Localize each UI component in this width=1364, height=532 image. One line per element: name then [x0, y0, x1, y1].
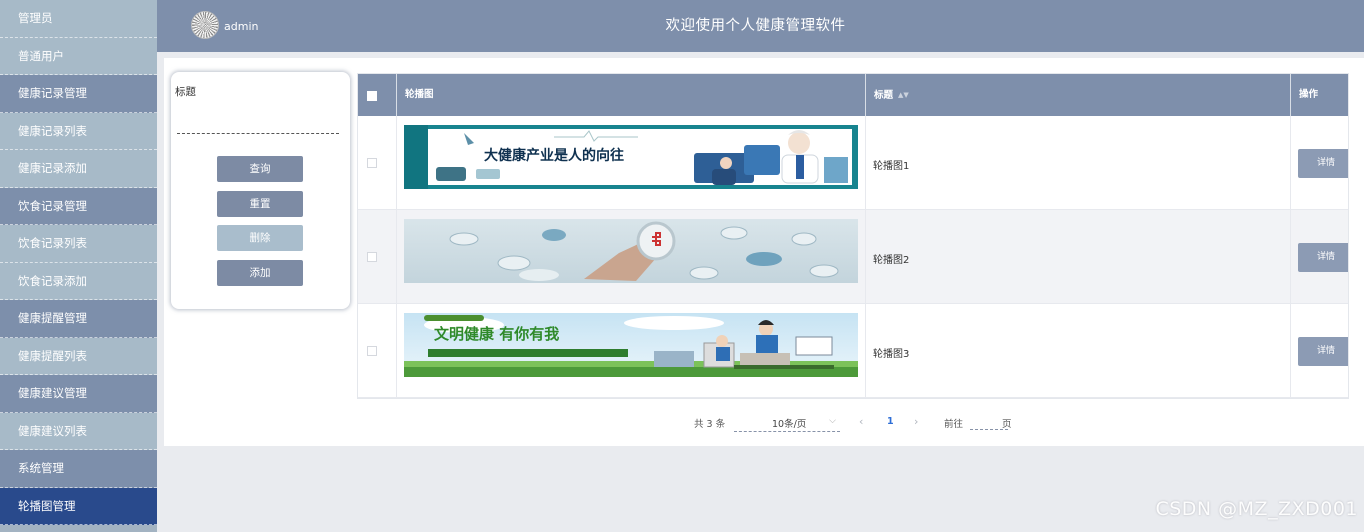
page-size-select[interactable]: 10条/页 ⌵ — [734, 412, 840, 432]
delete-button[interactable]: 删除 — [217, 225, 303, 251]
title-field-label: 标题 — [175, 86, 196, 98]
row-image-cell: 大健康产业是人的向往 — [397, 116, 866, 210]
row-checkbox[interactable] — [367, 346, 377, 356]
banner-table: 轮播图 标题 ▲▼ 操作 大健康产业是人的向往 轮播图1 详情 轮播图2 详情 … — [357, 73, 1349, 399]
row-title-cell: 轮播图2 — [866, 210, 1291, 304]
row-checkbox[interactable] — [367, 158, 377, 168]
row-checkbox[interactable] — [367, 252, 377, 262]
sidebar-item[interactable]: 系统管理 — [0, 450, 157, 488]
banner-image — [404, 219, 858, 283]
sidebar-item[interactable]: 健康记录列表 — [0, 112, 157, 150]
row-select-cell — [358, 304, 397, 398]
sidebar-item[interactable]: 健康建议管理 — [0, 375, 157, 413]
main-content: 标题 查询 重置 删除 添加 轮播图 标题 ▲▼ 操作 大健康产业是人的向往 轮… — [164, 58, 1364, 446]
row-title-text: 轮播图3 — [873, 349, 910, 360]
row-title-text: 轮播图2 — [873, 255, 910, 266]
query-button[interactable]: 查询 — [217, 156, 303, 182]
table-row: 大健康产业是人的向往 轮播图1 详情 — [358, 116, 1348, 210]
table-row: 文明健康 有你有我 轮播图3 详情 — [358, 304, 1348, 398]
column-title-label: 标题 — [874, 90, 894, 101]
row-action-cell: 详情 — [1291, 304, 1348, 398]
detail-button[interactable]: 详情 — [1298, 149, 1348, 178]
add-button[interactable]: 添加 — [217, 260, 303, 286]
row-title-cell: 轮播图3 — [866, 304, 1291, 398]
goto-label: 前往 — [944, 419, 964, 430]
sidebar-item[interactable]: 普通用户 — [0, 37, 157, 75]
sidebar-item[interactable]: 健康提醒管理 — [0, 300, 157, 338]
header-select-cell — [358, 74, 397, 116]
sidebar: 管理员 普通用户 健康记录管理 健康记录列表 健康记录添加 饮食记录管理 饮食记录列表 饮食记… — [0, 0, 157, 532]
sidebar-item[interactable]: 健康建议列表 — [0, 412, 157, 450]
row-image-cell: 文明健康 有你有我 — [397, 304, 866, 398]
row-select-cell — [358, 116, 397, 210]
chevron-right-icon[interactable]: › — [914, 415, 918, 428]
page-number-current[interactable]: 1 — [887, 416, 894, 427]
banner-text: 文明健康 有你有我 — [434, 325, 559, 343]
sidebar-item[interactable]: 轮播图管理 — [0, 487, 157, 525]
sidebar-item[interactable]: 健康提醒列表 — [0, 337, 157, 375]
page-unit-label: 页 — [1002, 419, 1012, 430]
sidebar-item[interactable]: 健康记录管理 — [0, 75, 157, 113]
pagination: 共 3 条 10条/页 ⌵ ‹ 1 › 前往 页 — [164, 410, 1364, 434]
row-select-cell — [358, 210, 397, 304]
row-title-text: 轮播图1 — [873, 161, 910, 172]
select-all-checkbox[interactable] — [367, 91, 377, 101]
title-search-input[interactable] — [177, 116, 339, 134]
page-size-value: 10条/页 — [772, 419, 807, 430]
table-header: 轮播图 标题 ▲▼ 操作 — [358, 74, 1348, 116]
column-title[interactable]: 标题 ▲▼ — [866, 74, 1291, 116]
sidebar-item[interactable]: 管理员 — [0, 0, 157, 38]
reset-button[interactable]: 重置 — [217, 191, 303, 217]
sort-icon[interactable]: ▲▼ — [898, 74, 909, 116]
sidebar-item[interactable]: 饮食记录添加 — [0, 262, 157, 300]
detail-button[interactable]: 详情 — [1298, 337, 1348, 366]
column-action: 操作 — [1299, 89, 1319, 100]
search-panel: 标题 查询 重置 删除 添加 — [171, 72, 350, 309]
banner-text: 大健康产业是人的向往 — [484, 147, 624, 164]
row-image-cell — [397, 210, 866, 304]
banner-image: 文明健康 有你有我 — [404, 313, 858, 377]
row-title-cell: 轮播图1 — [866, 116, 1291, 210]
column-image: 轮播图 — [397, 74, 866, 116]
sidebar-item[interactable]: 饮食记录管理 — [0, 187, 157, 225]
chevron-down-icon: ⌵ — [829, 416, 836, 426]
pagination-total: 共 3 条 — [694, 419, 726, 430]
chevron-left-icon[interactable]: ‹ — [859, 415, 863, 428]
sidebar-item[interactable]: 饮食记录列表 — [0, 225, 157, 263]
page-title: 欢迎使用个人健康管理软件 — [665, 18, 846, 34]
table-row: 轮播图2 详情 — [358, 210, 1348, 304]
row-action-cell: 详情 — [1291, 210, 1348, 304]
detail-button[interactable]: 详情 — [1298, 243, 1348, 272]
sidebar-item[interactable]: 健康记录添加 — [0, 150, 157, 188]
watermark: CSDN @MZ_ZXD001 — [1155, 498, 1358, 520]
banner-image: 大健康产业是人的向往 — [404, 125, 858, 189]
header: admin 欢迎使用个人健康管理软件 — [157, 0, 1364, 52]
row-action-cell: 详情 — [1291, 116, 1348, 210]
